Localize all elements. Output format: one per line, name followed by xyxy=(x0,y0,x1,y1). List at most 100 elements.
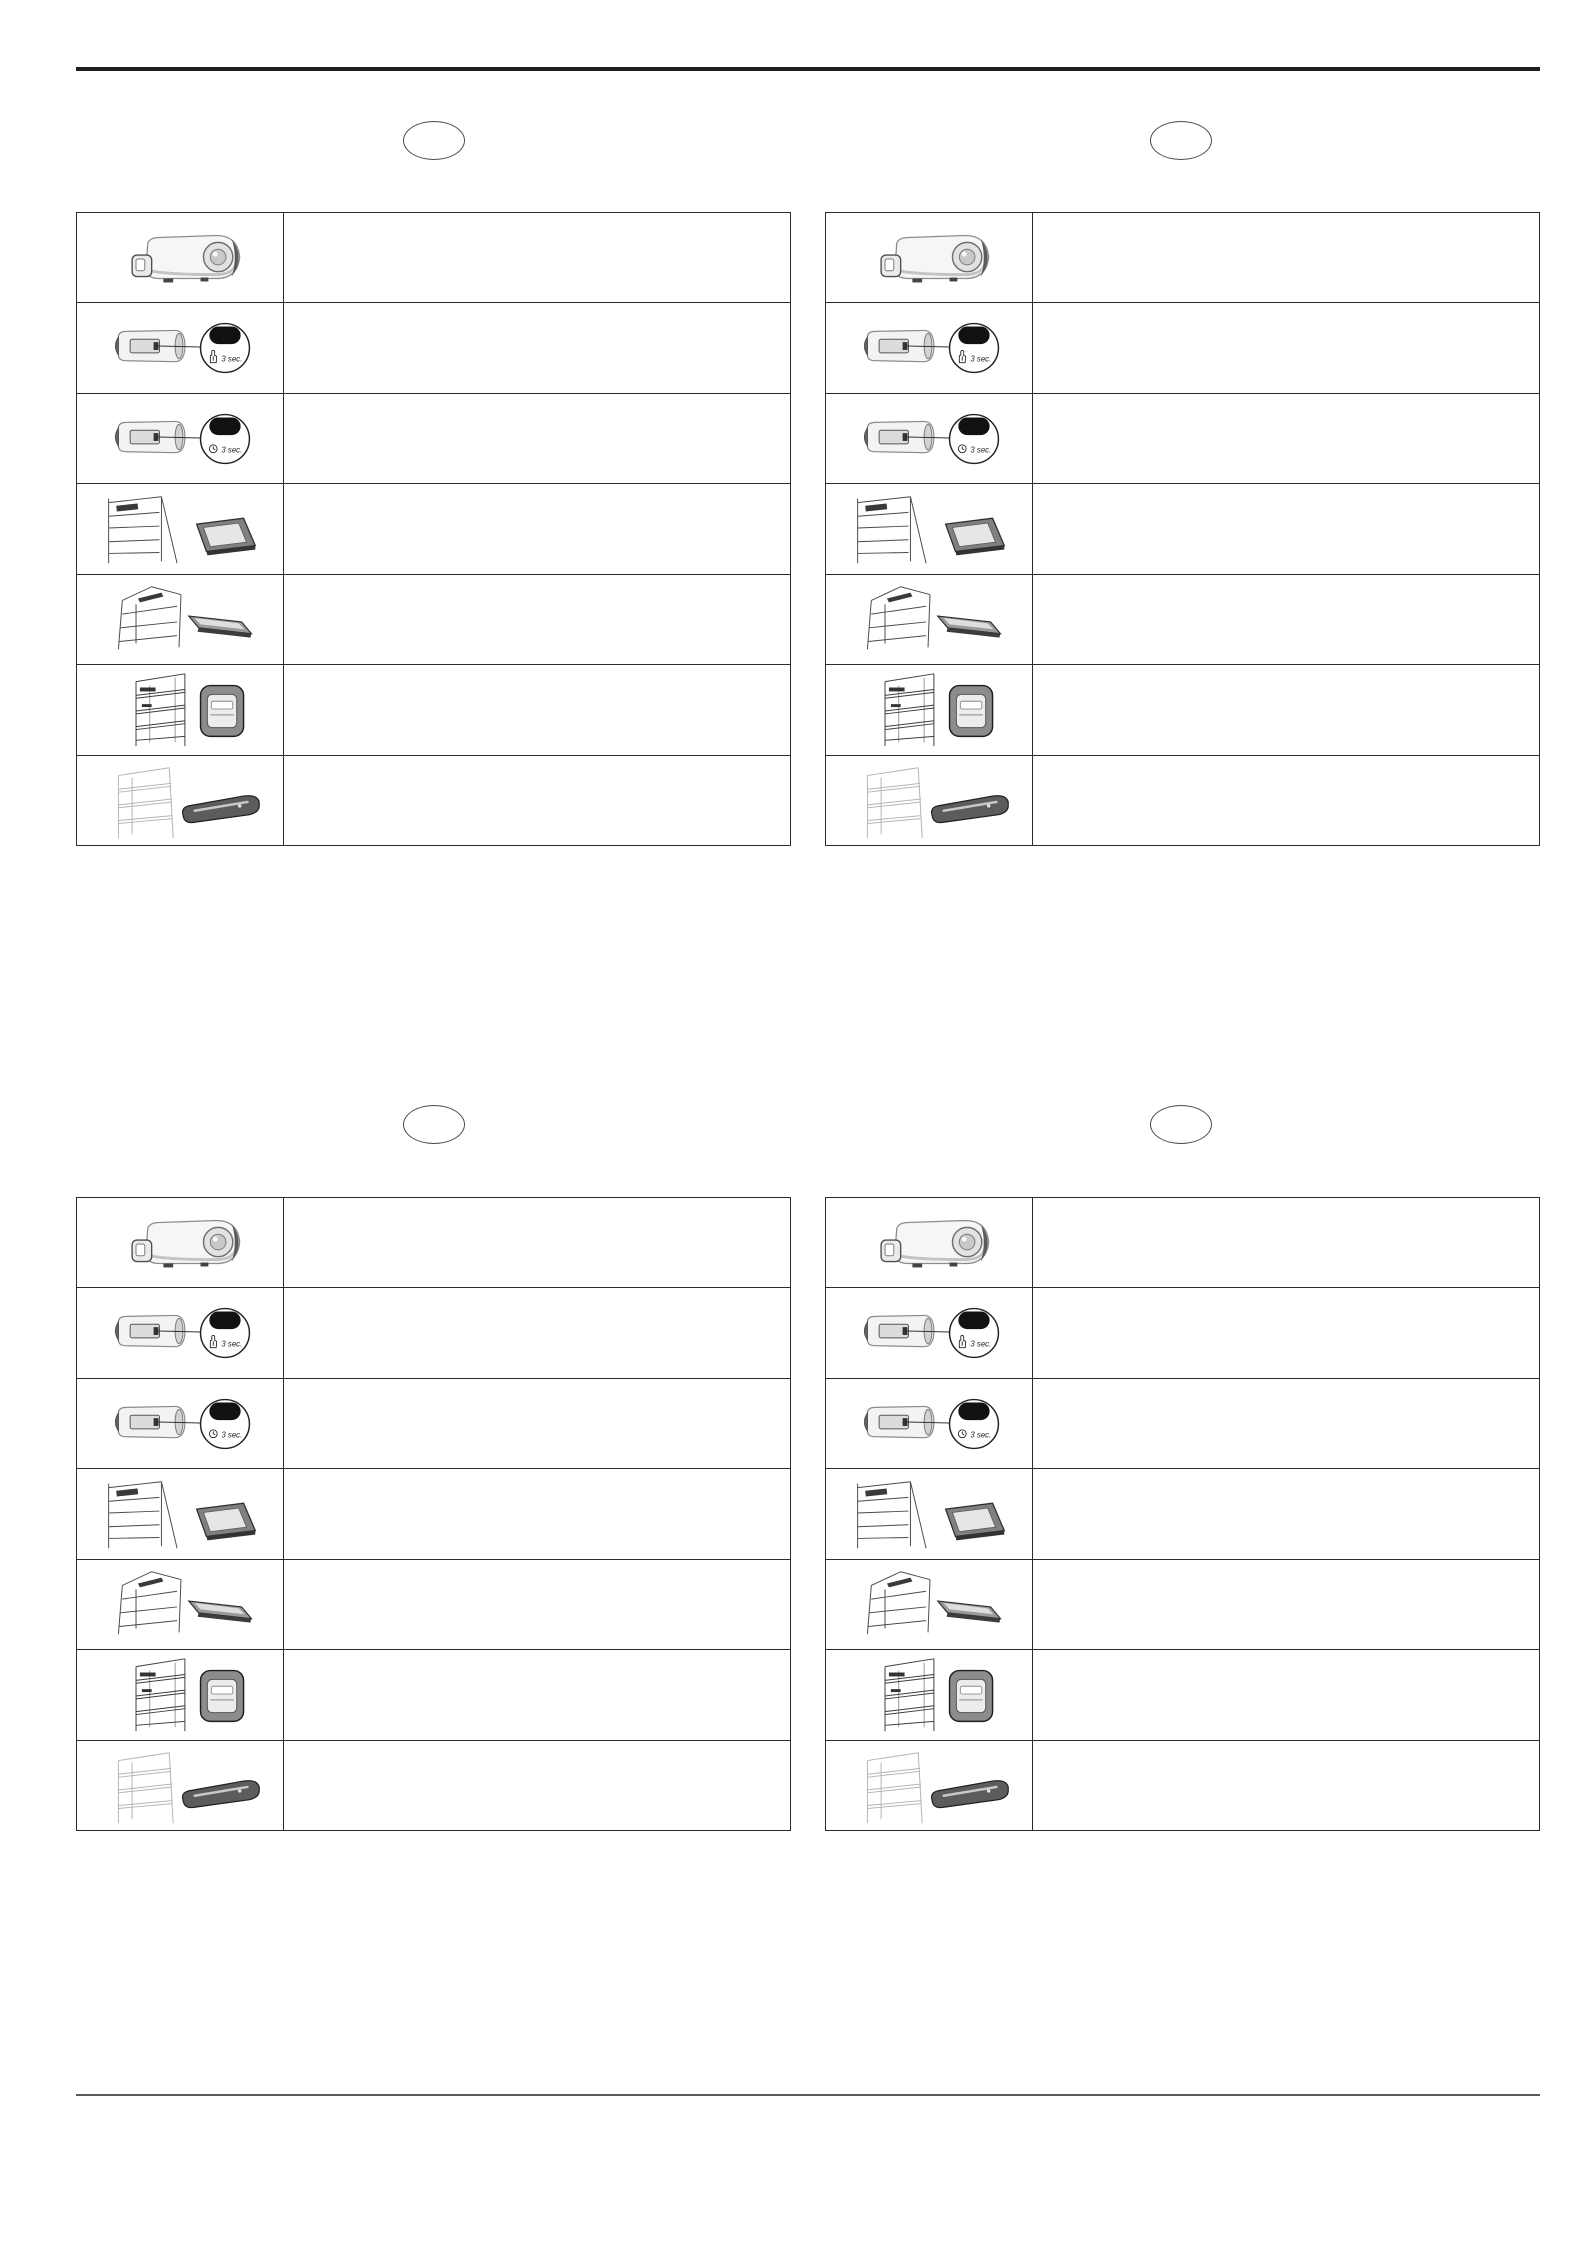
table-row xyxy=(826,1558,1539,1650)
illustration-cell xyxy=(826,1469,1033,1559)
description-cell xyxy=(284,1469,790,1558)
illustration-cell: 3 sec. xyxy=(77,303,284,393)
illustration-cell xyxy=(77,1650,284,1740)
connector xyxy=(130,1239,152,1262)
push-button xyxy=(957,1402,990,1420)
table-row: 3 sec. xyxy=(826,1287,1539,1378)
zoom-circle: 3 sec. xyxy=(199,413,250,464)
zoom-circle: 3 sec. xyxy=(199,322,250,374)
fridge-light-bar-icon xyxy=(866,767,1009,839)
instruction-table: 3 sec. 3 sec. xyxy=(76,1197,791,1831)
zoom-circle: 3 sec. xyxy=(948,413,999,464)
description-cell xyxy=(284,1198,790,1287)
table-row xyxy=(826,1739,1539,1830)
fridge-shelves xyxy=(117,1752,174,1824)
fridge-shelves xyxy=(884,1658,934,1731)
light-cover xyxy=(186,615,253,638)
lamp-button-hold-icon: 3 sec. xyxy=(863,1307,999,1359)
description-cell xyxy=(1033,1198,1539,1287)
illustration-cell xyxy=(826,574,1033,665)
description-cell xyxy=(1033,303,1539,392)
illustration-cell: 3 sec. xyxy=(826,303,1033,393)
instruction-table: 3 sec. 3 sec. xyxy=(825,1197,1540,1831)
fridge-light-cover-slim-icon xyxy=(117,1571,253,1635)
table-row xyxy=(77,573,790,665)
lamp-slot xyxy=(864,1488,887,1497)
lamp-button-timer-icon: 3 sec. xyxy=(114,1398,250,1449)
description-cell xyxy=(1033,213,1539,302)
fridge-light-square-icon xyxy=(884,1658,993,1731)
lamp-slot xyxy=(115,1488,138,1497)
mounting-tab xyxy=(911,1263,922,1268)
table-row xyxy=(826,213,1539,303)
description-cell xyxy=(1033,1379,1539,1468)
illustration-cell xyxy=(826,1740,1033,1830)
fridge-shelves xyxy=(117,767,174,839)
fridge-light-cover-wide-icon xyxy=(107,1481,256,1549)
duration-label: 3 sec. xyxy=(970,445,991,454)
fridge-shelves xyxy=(135,673,185,746)
illustration-cell xyxy=(826,755,1033,845)
description-cell xyxy=(1033,756,1539,845)
table-row: 3 sec. xyxy=(826,302,1539,393)
table-row: 3 sec. xyxy=(77,392,790,484)
light-module-square xyxy=(199,684,244,737)
lamp-button-hold-icon: 3 sec. xyxy=(114,1307,250,1359)
zoom-circle: 3 sec. xyxy=(948,1398,999,1449)
illustration-cell xyxy=(77,755,284,845)
fridge-light-bar-icon xyxy=(117,1752,260,1824)
table-row xyxy=(77,1649,790,1740)
mounting-tab xyxy=(949,277,957,282)
table-row xyxy=(826,573,1539,665)
language-badge xyxy=(403,121,465,160)
description-cell xyxy=(284,1650,790,1739)
fridge-light-cover-slim-icon xyxy=(866,1571,1002,1635)
table-row: 3 sec. xyxy=(826,392,1539,484)
description-cell xyxy=(284,756,790,845)
push-button xyxy=(957,417,990,435)
illustration-cell xyxy=(77,213,284,303)
fridge-shelves xyxy=(884,673,934,746)
description-cell xyxy=(284,1741,790,1830)
lamp-module-icon xyxy=(130,234,240,283)
table-row xyxy=(826,664,1539,755)
table-row xyxy=(77,213,790,303)
illustration-cell: 3 sec. xyxy=(826,1288,1033,1378)
illustration-cell xyxy=(77,1469,284,1559)
fridge-light-cover-wide-icon xyxy=(856,1481,1005,1549)
illustration-cell xyxy=(826,1198,1033,1288)
description-cell xyxy=(1033,1650,1539,1739)
illustration-cell: 3 sec. xyxy=(77,1288,284,1378)
lamp-slot xyxy=(137,592,163,603)
lamp-slot xyxy=(886,592,912,603)
description-cell xyxy=(284,1288,790,1377)
light-cover xyxy=(935,615,1002,638)
push-button xyxy=(208,417,241,435)
description-cell xyxy=(1033,1288,1539,1377)
illustration-cell xyxy=(77,1559,284,1650)
illustration-cell xyxy=(826,1559,1033,1650)
description-cell xyxy=(1033,665,1539,754)
light-cover xyxy=(195,1502,256,1541)
light-bar xyxy=(930,795,1009,824)
fridge-light-cover-slim-icon xyxy=(117,586,253,650)
zoom-circle: 3 sec. xyxy=(948,1307,999,1359)
mounting-tab xyxy=(162,1263,173,1268)
lamp-slot xyxy=(886,1577,912,1588)
light-cover xyxy=(935,1600,1002,1623)
lamp-slot xyxy=(864,503,887,512)
description-cell xyxy=(284,1560,790,1649)
table-row xyxy=(77,1198,790,1288)
description-cell xyxy=(1033,394,1539,483)
fridge-light-square-icon xyxy=(135,1658,244,1731)
illustration-cell: 3 sec. xyxy=(77,393,284,484)
light-module-square xyxy=(948,1669,993,1722)
illustration-cell xyxy=(826,665,1033,755)
light-bar xyxy=(930,1780,1009,1809)
illustration-cell xyxy=(77,1740,284,1830)
lamp-button-timer-icon: 3 sec. xyxy=(114,413,250,464)
light-cover xyxy=(944,1502,1005,1541)
push-button xyxy=(208,326,241,345)
table-row xyxy=(77,1558,790,1650)
duration-label: 3 sec. xyxy=(970,355,991,364)
